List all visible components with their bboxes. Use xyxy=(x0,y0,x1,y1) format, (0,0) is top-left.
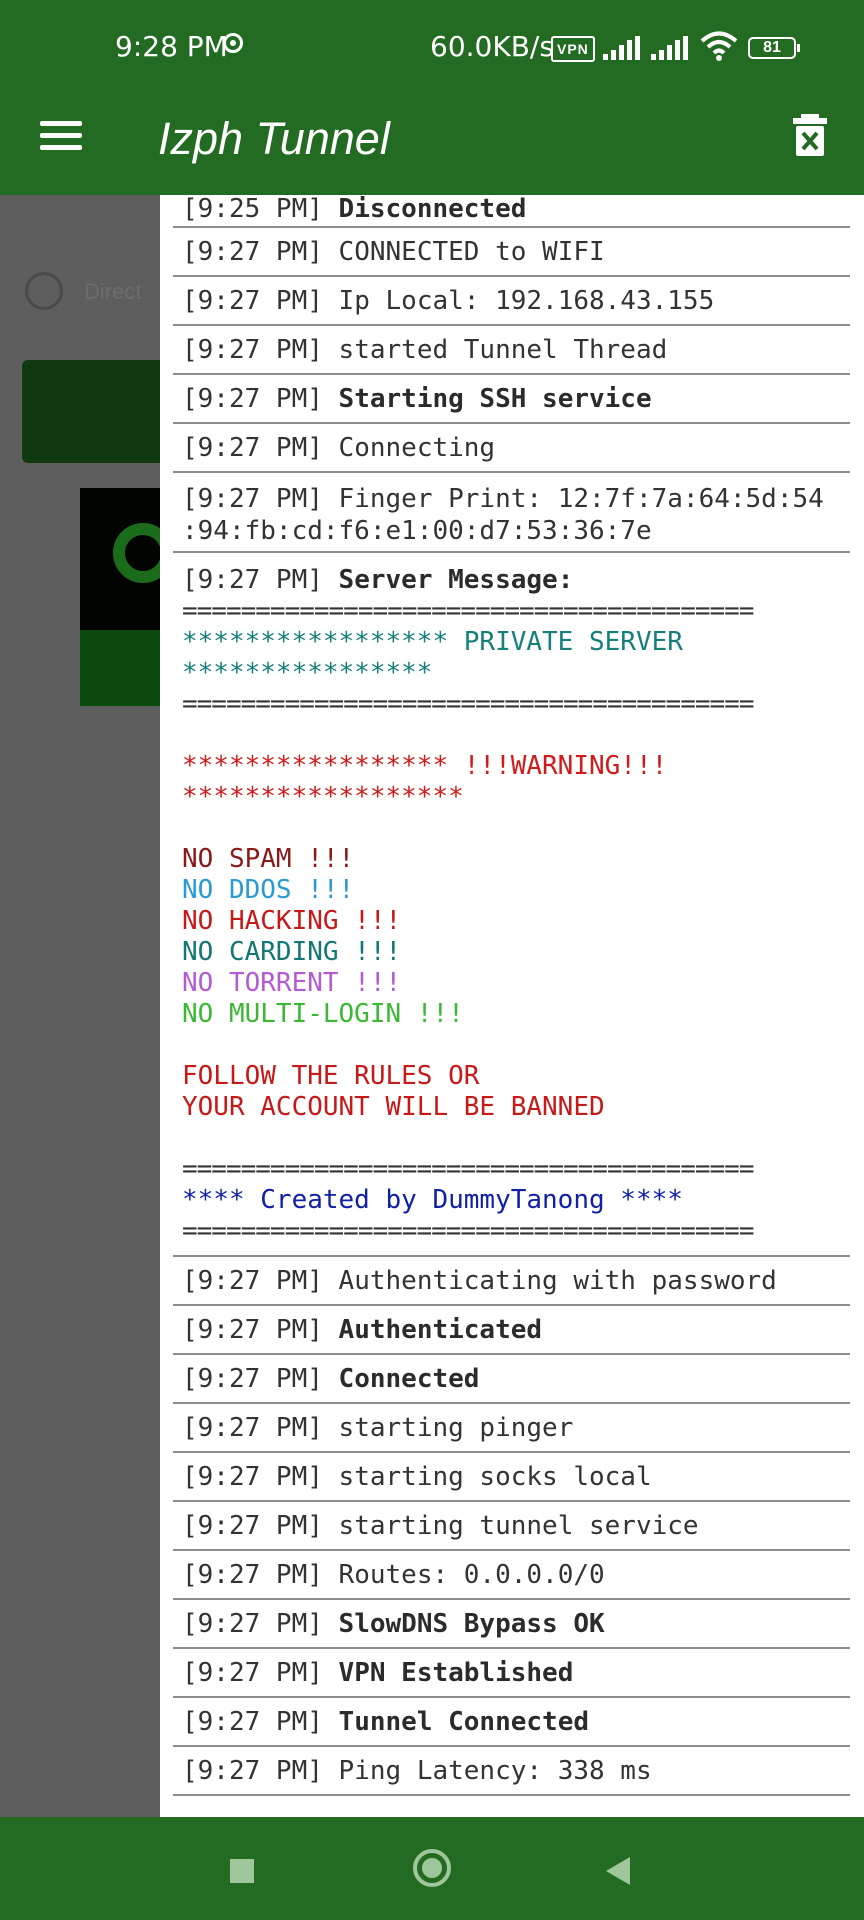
log-line: [9:27 PM] starting socks local xyxy=(173,1453,850,1502)
network-speed: 60.0KB/s xyxy=(430,30,554,63)
connect-button-dimmed xyxy=(22,360,172,463)
private-server-line-2: **************** xyxy=(182,658,433,688)
log-line: [9:25 PM] Disconnected xyxy=(173,195,850,228)
triangle-back-icon[interactable] xyxy=(606,1857,630,1885)
app-title: Izph Tunnel xyxy=(158,113,390,164)
notification-icon xyxy=(223,33,243,53)
log-line: [9:27 PM] SlowDNS Bypass OK xyxy=(173,1600,850,1649)
warning-line-2: ****************** xyxy=(182,782,464,812)
hamburger-menu-icon[interactable] xyxy=(40,119,84,153)
banner-image xyxy=(80,488,170,706)
vpn-badge-icon: VPN xyxy=(551,36,595,62)
account-banned-line: YOUR ACCOUNT WILL BE BANNED xyxy=(182,1092,605,1122)
square-recents-icon[interactable] xyxy=(230,1859,254,1883)
separator: ======================================= xyxy=(182,689,754,719)
signal-icon-2 xyxy=(651,36,691,60)
separator: ======================================= xyxy=(182,1216,754,1246)
status-bar: 9:28 PM 60.0KB/s VPN 81 xyxy=(0,0,864,96)
status-time: 9:28 PM xyxy=(115,30,228,63)
private-server-line: ***************** PRIVATE SERVER xyxy=(182,627,683,657)
log-line: [9:27 PM] Authenticating with password xyxy=(173,1257,850,1306)
wifi-icon xyxy=(700,31,738,61)
separator: ======================================= xyxy=(182,1154,754,1184)
direct-radio xyxy=(25,272,63,310)
rule-multilogin: NO MULTI-LOGIN !!! xyxy=(182,999,464,1029)
log-panel[interactable]: [9:25 PM] Disconnected [9:27 PM] CONNECT… xyxy=(160,195,864,1817)
log-line: [9:27 PM] started Tunnel Thread xyxy=(173,326,850,375)
separator: ======================================= xyxy=(182,596,754,626)
circle-home-icon[interactable] xyxy=(413,1849,451,1887)
rule-spam: NO SPAM !!! xyxy=(182,844,355,874)
log-line: [9:27 PM] starting pinger xyxy=(173,1404,850,1453)
rule-hacking: NO HACKING !!! xyxy=(182,906,402,936)
log-line: [9:27 PM] Ip Local: 192.168.43.155 xyxy=(173,277,850,326)
warning-line: ***************** !!!WARNING!!! xyxy=(182,751,668,781)
log-line: [9:27 PM] Connected xyxy=(173,1355,850,1404)
log-line: [9:27 PM] Starting SSH service xyxy=(173,375,850,424)
log-line: [9:27 PM] Connecting xyxy=(173,424,850,473)
trash-clear-icon[interactable] xyxy=(792,113,828,157)
created-by-line: **** Created by DummyTanong **** xyxy=(182,1185,683,1215)
log-line-fingerprint: [9:27 PM] Finger Print: 12:7f:7a:64:5d:5… xyxy=(173,473,850,553)
log-line: [9:27 PM] VPN Established xyxy=(173,1649,850,1698)
follow-rules-line: FOLLOW THE RULES OR xyxy=(182,1061,480,1091)
log-line: [9:27 PM] Ping Latency: 338 ms xyxy=(173,1747,850,1796)
log-line: [9:27 PM] Tunnel Connected xyxy=(173,1698,850,1747)
rule-ddos: NO DDOS !!! xyxy=(182,875,355,905)
log-line: [9:27 PM] CONNECTED to WIFI xyxy=(173,228,850,277)
log-line-server-message: [9:27 PM] Server Message: ==============… xyxy=(173,553,850,1257)
app-bar: Izph Tunnel xyxy=(0,96,864,195)
battery-icon: 81 xyxy=(748,37,800,59)
rule-torrent: NO TORRENT !!! xyxy=(182,968,402,998)
direct-label: Direct xyxy=(84,279,142,304)
signal-icon xyxy=(603,36,643,60)
log-line: [9:27 PM] Authenticated xyxy=(173,1306,850,1355)
log-line: [9:27 PM] starting tunnel service xyxy=(173,1502,850,1551)
rule-carding: NO CARDING !!! xyxy=(182,937,402,967)
log-line: [9:27 PM] Routes: 0.0.0.0/0 xyxy=(173,1551,850,1600)
